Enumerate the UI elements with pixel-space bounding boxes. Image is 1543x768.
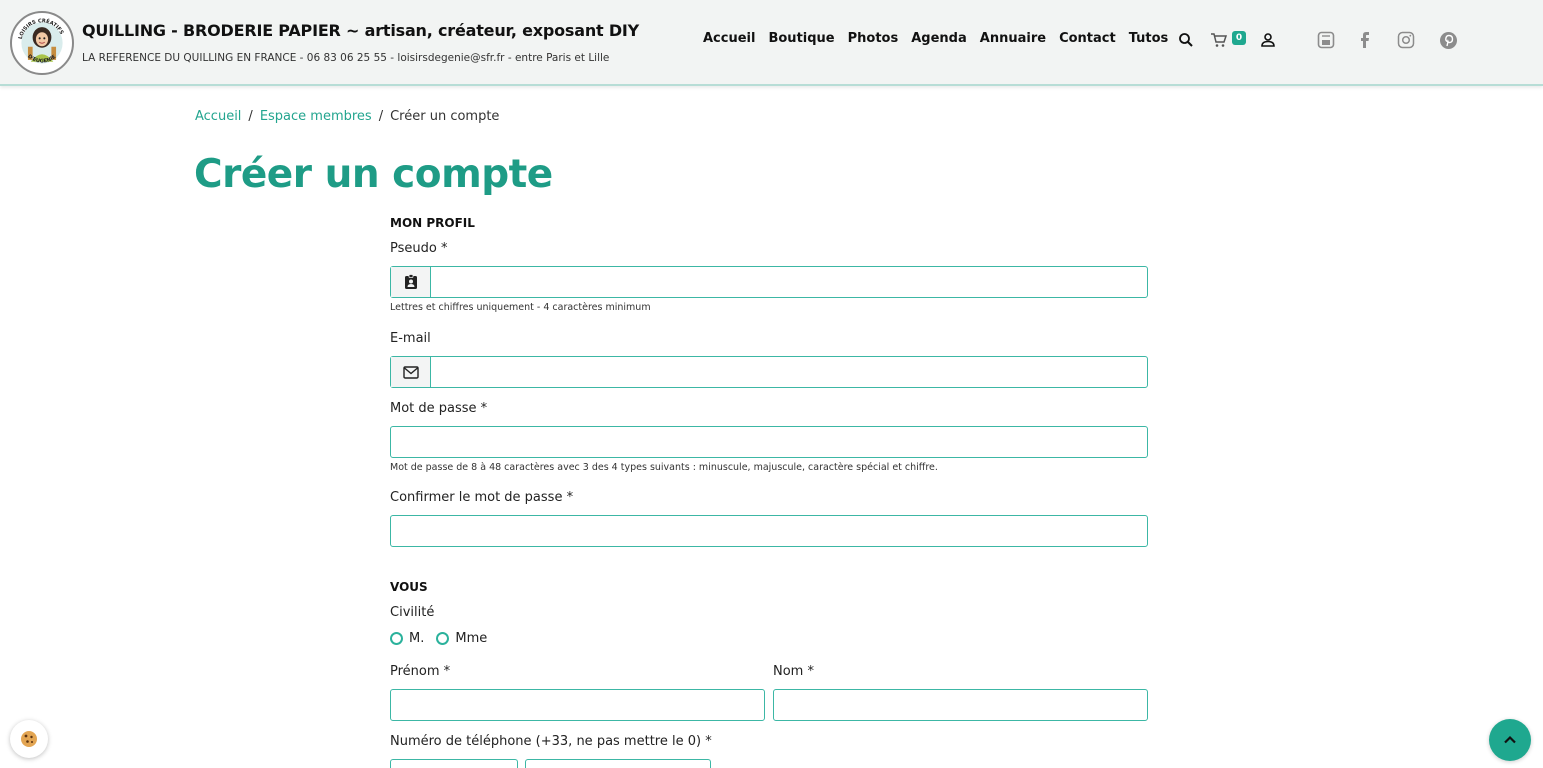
nav-photos[interactable]: Photos: [848, 31, 899, 46]
facebook-icon[interactable]: [1356, 30, 1376, 50]
breadcrumb-current: Créer un compte: [390, 109, 500, 124]
back-to-top-button[interactable]: [1489, 719, 1531, 761]
lastname-input[interactable]: [773, 689, 1148, 721]
phone-country-select[interactable]: [390, 759, 518, 768]
pseudo-label: Pseudo *: [390, 241, 448, 256]
cookie-settings-button[interactable]: [10, 720, 48, 758]
radio-m[interactable]: [390, 632, 403, 645]
main-nav: Accueil Boutique Photos Agenda Annuaire …: [703, 31, 1168, 46]
confirm-password-label: Confirmer le mot de passe *: [390, 490, 574, 505]
civility-label: Civilité: [390, 605, 435, 620]
pseudo-input[interactable]: [431, 267, 1147, 297]
nav-agenda[interactable]: Agenda: [911, 31, 967, 46]
civility-option-mme-label: Mme: [455, 631, 488, 646]
logo-image: LOISIRS CRÉATIFS D'EUGENIE: [12, 13, 72, 73]
breadcrumb-home-link[interactable]: Accueil: [195, 109, 241, 124]
radio-mme[interactable]: [436, 632, 450, 645]
nav-accueil[interactable]: Accueil: [703, 31, 755, 46]
civility-radio-group: M. Mme: [390, 631, 493, 646]
firstname-label: Prénom *: [390, 664, 451, 679]
password-label: Mot de passe *: [390, 401, 488, 416]
email-label: E-mail: [390, 331, 431, 346]
pseudo-hint: Lettres et chiffres uniquement - 4 carac…: [390, 302, 651, 313]
password-hint: Mot de passe de 8 à 48 caractères avec 3…: [390, 462, 938, 473]
nav-annuaire[interactable]: Annuaire: [980, 31, 1046, 46]
id-badge-icon: [391, 267, 431, 297]
site-header: LOISIRS CRÉATIFS D'EUGENIE QUILLING - BR…: [0, 0, 1543, 86]
site-title[interactable]: QUILLING - BRODERIE PAPIER ~ artisan, cr…: [82, 21, 639, 40]
profile-section-title: MON PROFIL: [390, 216, 475, 230]
cookie-icon: [21, 731, 37, 747]
breadcrumb-members-link[interactable]: Espace membres: [260, 109, 372, 124]
page-title: Créer un compte: [194, 152, 553, 197]
you-section-title: VOUS: [390, 580, 428, 594]
site-tagline: LA REFERENCE DU QUILLING EN FRANCE - 06 …: [82, 52, 610, 64]
firstname-input[interactable]: [390, 689, 765, 721]
lastname-label: Nom *: [773, 664, 814, 679]
civility-option-mme[interactable]: Mme: [436, 631, 487, 646]
nav-contact[interactable]: Contact: [1059, 31, 1116, 46]
civility-option-m[interactable]: M.: [390, 631, 424, 646]
confirm-password-input[interactable]: [390, 515, 1148, 547]
site-logo[interactable]: LOISIRS CRÉATIFS D'EUGENIE: [10, 11, 74, 75]
breadcrumb-separator: /: [378, 109, 384, 124]
cart-icon[interactable]: [1209, 30, 1229, 50]
cart-count-badge: 0: [1232, 31, 1246, 45]
breadcrumb: Accueil / Espace membres / Créer un comp…: [195, 109, 499, 124]
nav-tutos[interactable]: Tutos: [1129, 31, 1169, 46]
password-input[interactable]: [390, 426, 1148, 458]
instagram-icon[interactable]: [1396, 30, 1416, 50]
breadcrumb-separator: /: [248, 109, 253, 124]
pseudo-input-group: [390, 266, 1148, 298]
nav-boutique[interactable]: Boutique: [768, 31, 834, 46]
envelope-icon: [391, 357, 431, 387]
youtube-icon[interactable]: [1316, 30, 1336, 50]
email-input-group: [390, 356, 1148, 388]
phone-label: Numéro de téléphone (+33, ne pas mettre …: [390, 734, 712, 749]
email-input[interactable]: [431, 357, 1147, 387]
civility-option-m-label: M.: [409, 631, 425, 646]
user-icon[interactable]: [1258, 30, 1278, 50]
search-icon[interactable]: [1176, 30, 1196, 50]
pinterest-icon[interactable]: [1438, 30, 1458, 50]
chevron-up-icon: [1504, 735, 1516, 744]
phone-number-input[interactable]: [525, 759, 711, 768]
